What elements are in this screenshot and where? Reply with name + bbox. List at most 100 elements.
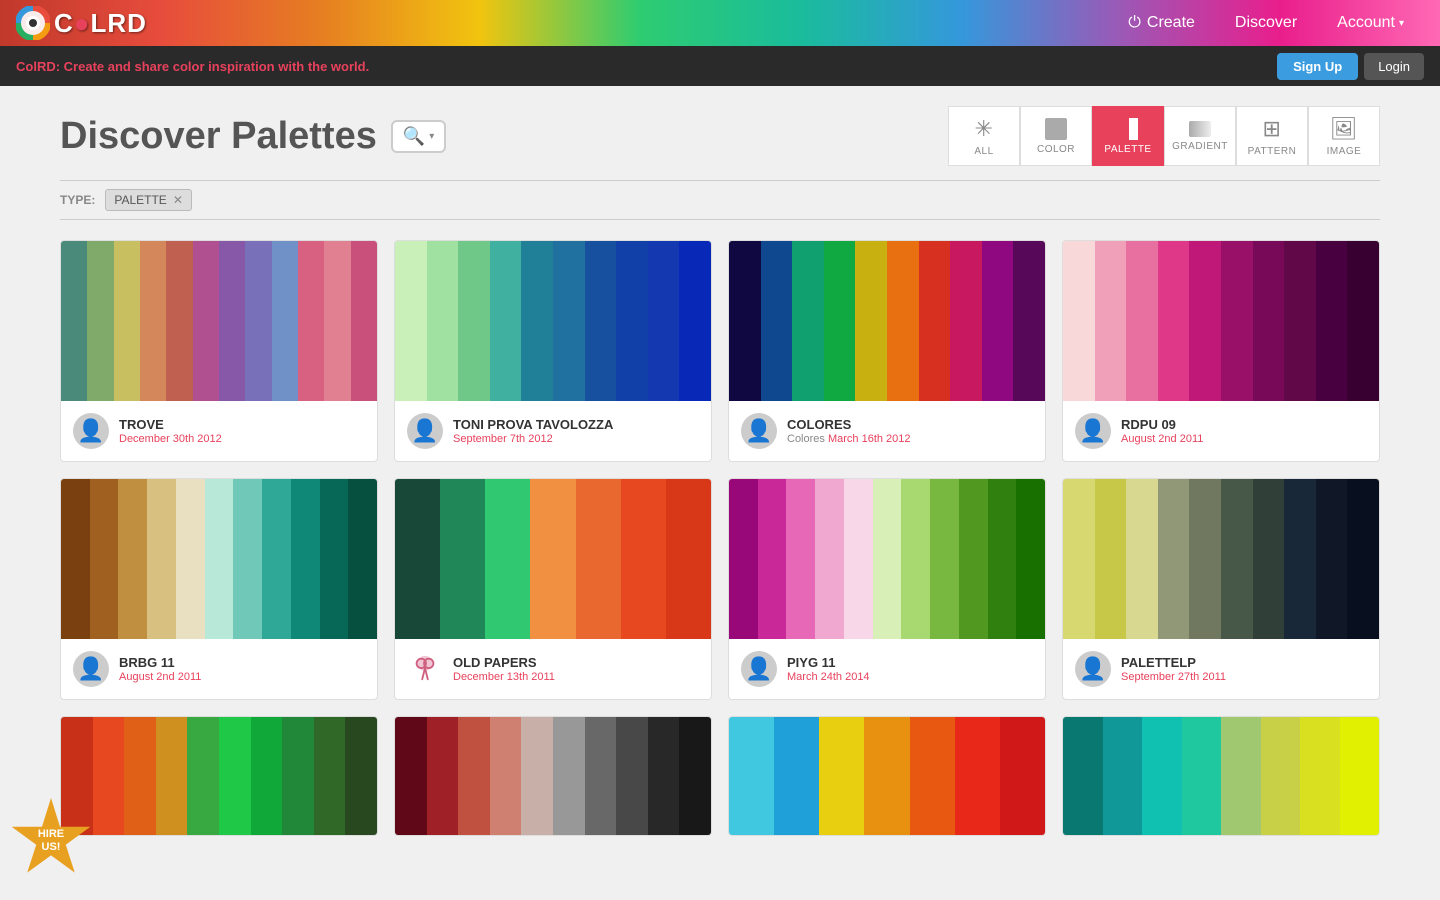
- discover-nav-link[interactable]: Discover: [1215, 0, 1317, 46]
- page-header: Discover Palettes 🔍 ▾ ✳ ALL COLOR PALETT…: [60, 106, 1380, 166]
- type-tag-palette[interactable]: PALETTE ✕: [105, 189, 192, 211]
- swatch: [187, 717, 219, 836]
- logo[interactable]: C●LRD: [16, 6, 147, 40]
- swatch: [282, 717, 314, 836]
- palette-swatches: [1063, 717, 1379, 836]
- palette-meta: OLD PAPERSDecember 13th 2011: [453, 655, 699, 683]
- palette-card-partial1[interactable]: [60, 716, 378, 836]
- swatch: [910, 717, 955, 836]
- tab-color[interactable]: COLOR: [1020, 106, 1092, 166]
- swatch: [679, 717, 711, 836]
- palette-swatches: [1063, 241, 1379, 401]
- swatch: [1316, 241, 1348, 401]
- colrd-label: ColRD:: [16, 59, 60, 74]
- swatch: [1221, 241, 1253, 401]
- palette-card-rdpu09[interactable]: 👤RDPU 09August 2nd 2011: [1062, 240, 1380, 462]
- hire-text: HIREUS!: [38, 828, 64, 854]
- swatch: [485, 479, 530, 639]
- swatch: [844, 479, 873, 639]
- palette-date: August 2nd 2011: [119, 671, 201, 683]
- swatch: [982, 241, 1014, 401]
- palette-card-brbg11[interactable]: 👤 BRBG 11August 2nd 2011: [60, 478, 378, 700]
- signin-bar: ColRD: Create and share color inspiratio…: [0, 46, 1440, 86]
- swatch: [1253, 241, 1285, 401]
- tab-image[interactable]: 🖼 IMAGE: [1308, 106, 1380, 166]
- palette-name: TONI PROVA TAVOLOZZA: [453, 417, 699, 432]
- person-icon: 👤: [745, 658, 772, 680]
- account-label: Account: [1337, 14, 1395, 32]
- login-button[interactable]: Login: [1364, 53, 1424, 80]
- swatch: [114, 241, 140, 401]
- person-icon: 👤: [745, 420, 772, 442]
- palette-swatches: [1063, 479, 1379, 639]
- ribbon-icon: [411, 655, 439, 683]
- swatch: [955, 717, 1000, 836]
- swatch: [1221, 717, 1261, 836]
- palette-card-partial4[interactable]: [1062, 716, 1380, 836]
- tab-all[interactable]: ✳ ALL: [948, 106, 1020, 166]
- swatch: [1016, 479, 1045, 639]
- palette-card-partial2[interactable]: [394, 716, 712, 836]
- search-box[interactable]: 🔍 ▾: [391, 120, 446, 153]
- palette-date: December 13th 2011: [453, 671, 555, 683]
- account-nav-link[interactable]: Account ▾: [1317, 0, 1424, 46]
- swatch: [440, 479, 485, 639]
- palette-swatches: [729, 717, 1045, 836]
- swatch: [351, 241, 377, 401]
- palette-date: September 7th 2012: [453, 433, 553, 445]
- swatch: [193, 241, 219, 401]
- palette-card-colores[interactable]: 👤 COLORESColores March 16th 2012: [728, 240, 1046, 462]
- swatch: [1182, 717, 1222, 836]
- swatch: [824, 241, 856, 401]
- signin-message: ColRD: Create and share color inspiratio…: [16, 59, 369, 74]
- palette-sub: Colores March 16th 2012: [787, 433, 1033, 445]
- swatch: [1095, 241, 1127, 401]
- palette-card-palettelp[interactable]: 👤 PALETTELPSeptember 27th 2011: [1062, 478, 1380, 700]
- avatar: 👤: [73, 651, 109, 687]
- swatch: [1063, 479, 1095, 639]
- tab-all-label: ALL: [974, 146, 993, 157]
- swatch: [166, 241, 192, 401]
- palette-date: December 30th 2012: [119, 433, 222, 445]
- palette-info: 👤 BRBG 11August 2nd 2011: [61, 639, 377, 699]
- swatch: [156, 717, 188, 836]
- signup-button[interactable]: Sign Up: [1277, 53, 1358, 80]
- swatch: [873, 479, 902, 639]
- tab-gradient[interactable]: GRADIENT: [1164, 106, 1236, 166]
- palette-swatches: [395, 479, 711, 639]
- swatch: [1284, 479, 1316, 639]
- swatch: [1063, 717, 1103, 836]
- palette-name: OLD PAPERS: [453, 655, 699, 670]
- swatch: [553, 717, 585, 836]
- palette-meta: BRBG 11August 2nd 2011: [119, 655, 365, 683]
- palette-sub: March 24th 2014: [787, 671, 1033, 683]
- tab-palette[interactable]: PALETTE: [1092, 106, 1164, 166]
- swatch: [61, 241, 87, 401]
- power-icon: ⏻: [1128, 14, 1141, 32]
- tab-pattern-label: PATTERN: [1248, 146, 1297, 157]
- swatch: [1261, 717, 1301, 836]
- palette-sub: August 2nd 2011: [119, 671, 365, 683]
- palette-meta: PALETTELPSeptember 27th 2011: [1121, 655, 1367, 683]
- palette-name: COLORES: [787, 417, 1033, 432]
- palette-date: August 2nd 2011: [1121, 433, 1203, 445]
- swatch: [679, 241, 711, 401]
- close-type-tag-icon[interactable]: ✕: [173, 193, 183, 207]
- palette-card-old-papers[interactable]: OLD PAPERSDecember 13th 2011: [394, 478, 712, 700]
- palette-info: 👤TROVEDecember 30th 2012: [61, 401, 377, 461]
- create-nav-link[interactable]: ⏻ Create: [1108, 0, 1215, 46]
- tab-pattern[interactable]: ⊞ PATTERN: [1236, 106, 1308, 166]
- swatch: [855, 241, 887, 401]
- swatch: [621, 479, 666, 639]
- palette-card-partial3[interactable]: [728, 716, 1046, 836]
- palette-card-toni-prova[interactable]: 👤TONI PROVA TAVOLOZZASeptember 7th 2012: [394, 240, 712, 462]
- swatch: [864, 717, 909, 836]
- swatch: [774, 717, 819, 836]
- palette-card-trove[interactable]: 👤TROVEDecember 30th 2012: [60, 240, 378, 462]
- create-label: Create: [1147, 14, 1195, 32]
- avatar: 👤: [1075, 651, 1111, 687]
- avatar: 👤: [73, 413, 109, 449]
- swatch: [786, 479, 815, 639]
- palette-card-piyg11[interactable]: 👤PIYG 11March 24th 2014: [728, 478, 1046, 700]
- swatch: [919, 241, 951, 401]
